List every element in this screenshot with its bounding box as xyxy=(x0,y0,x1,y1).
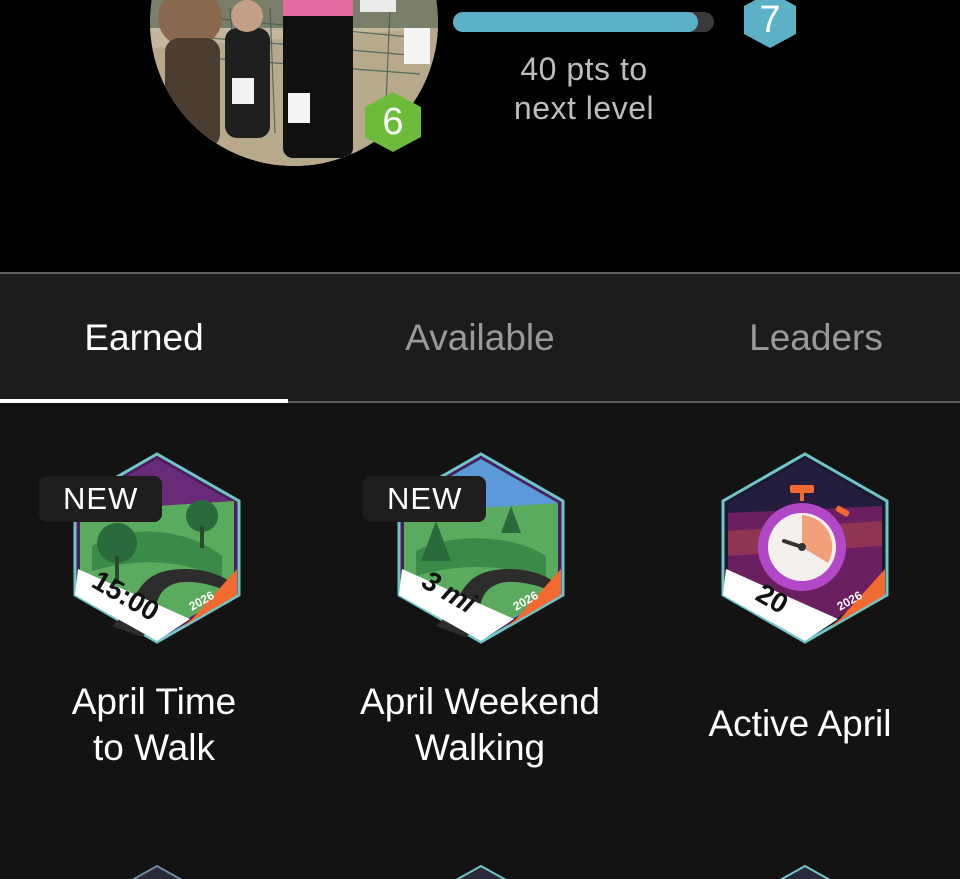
points-line-2: next level xyxy=(513,90,655,126)
badge-title: April Time to Walk xyxy=(0,679,314,771)
stopwatch-icon: 20 2026 xyxy=(721,452,889,644)
new-tag: NEW xyxy=(39,476,163,522)
tab-leaders[interactable]: Leaders xyxy=(656,274,960,402)
badge-card-active-april[interactable]: 20 2026 Active April xyxy=(640,403,960,803)
tab-earned[interactable]: Earned xyxy=(0,274,288,402)
badge-title-line-1: Active April xyxy=(708,703,892,744)
level-progress-bar xyxy=(453,12,714,32)
tab-earned-label: Earned xyxy=(84,317,204,358)
badge-image-partial[interactable] xyxy=(396,863,566,879)
badge-image-partial[interactable] xyxy=(72,863,242,879)
points-to-next-level: 40 pts to next level xyxy=(480,50,688,128)
badge-title-line-1: April Time xyxy=(71,681,237,722)
new-tag: NEW xyxy=(363,476,487,522)
points-line-1: 40 pts to xyxy=(520,51,648,87)
badge-image: 20 2026 xyxy=(720,451,890,645)
badge-title-line-2: to Walk xyxy=(93,727,215,768)
badge-card-april-weekend-walking[interactable]: 3 mi 2026 NEW April Weekend Walking xyxy=(320,403,640,803)
tab-available[interactable]: Available xyxy=(320,274,640,402)
next-level-badge: 7 xyxy=(742,0,798,50)
profile-header: 6 7 40 pts to next level xyxy=(0,0,960,272)
level-progress-fill xyxy=(453,12,699,32)
current-level-number: 6 xyxy=(382,100,404,143)
badge-image-partial[interactable] xyxy=(720,863,890,879)
next-level-number: 7 xyxy=(759,0,781,41)
badge-card-april-time-to-walk[interactable]: 15:00 2026 NEW April Time to Walk xyxy=(0,403,320,803)
badge-title-line-2: Walking xyxy=(414,727,546,768)
badge-title: Active April xyxy=(640,701,960,747)
badges-tab-bar: Earned Available Leaders xyxy=(0,272,960,403)
badge-title-line-1: April Weekend xyxy=(360,681,600,722)
tab-available-label: Available xyxy=(405,317,555,358)
tab-leaders-label: Leaders xyxy=(749,317,883,358)
current-level-badge: 6 xyxy=(362,90,424,154)
badge-title: April Weekend Walking xyxy=(320,679,640,771)
earned-badges-grid: 15:00 2026 NEW April Time to Walk 3 mi 2… xyxy=(0,403,960,879)
